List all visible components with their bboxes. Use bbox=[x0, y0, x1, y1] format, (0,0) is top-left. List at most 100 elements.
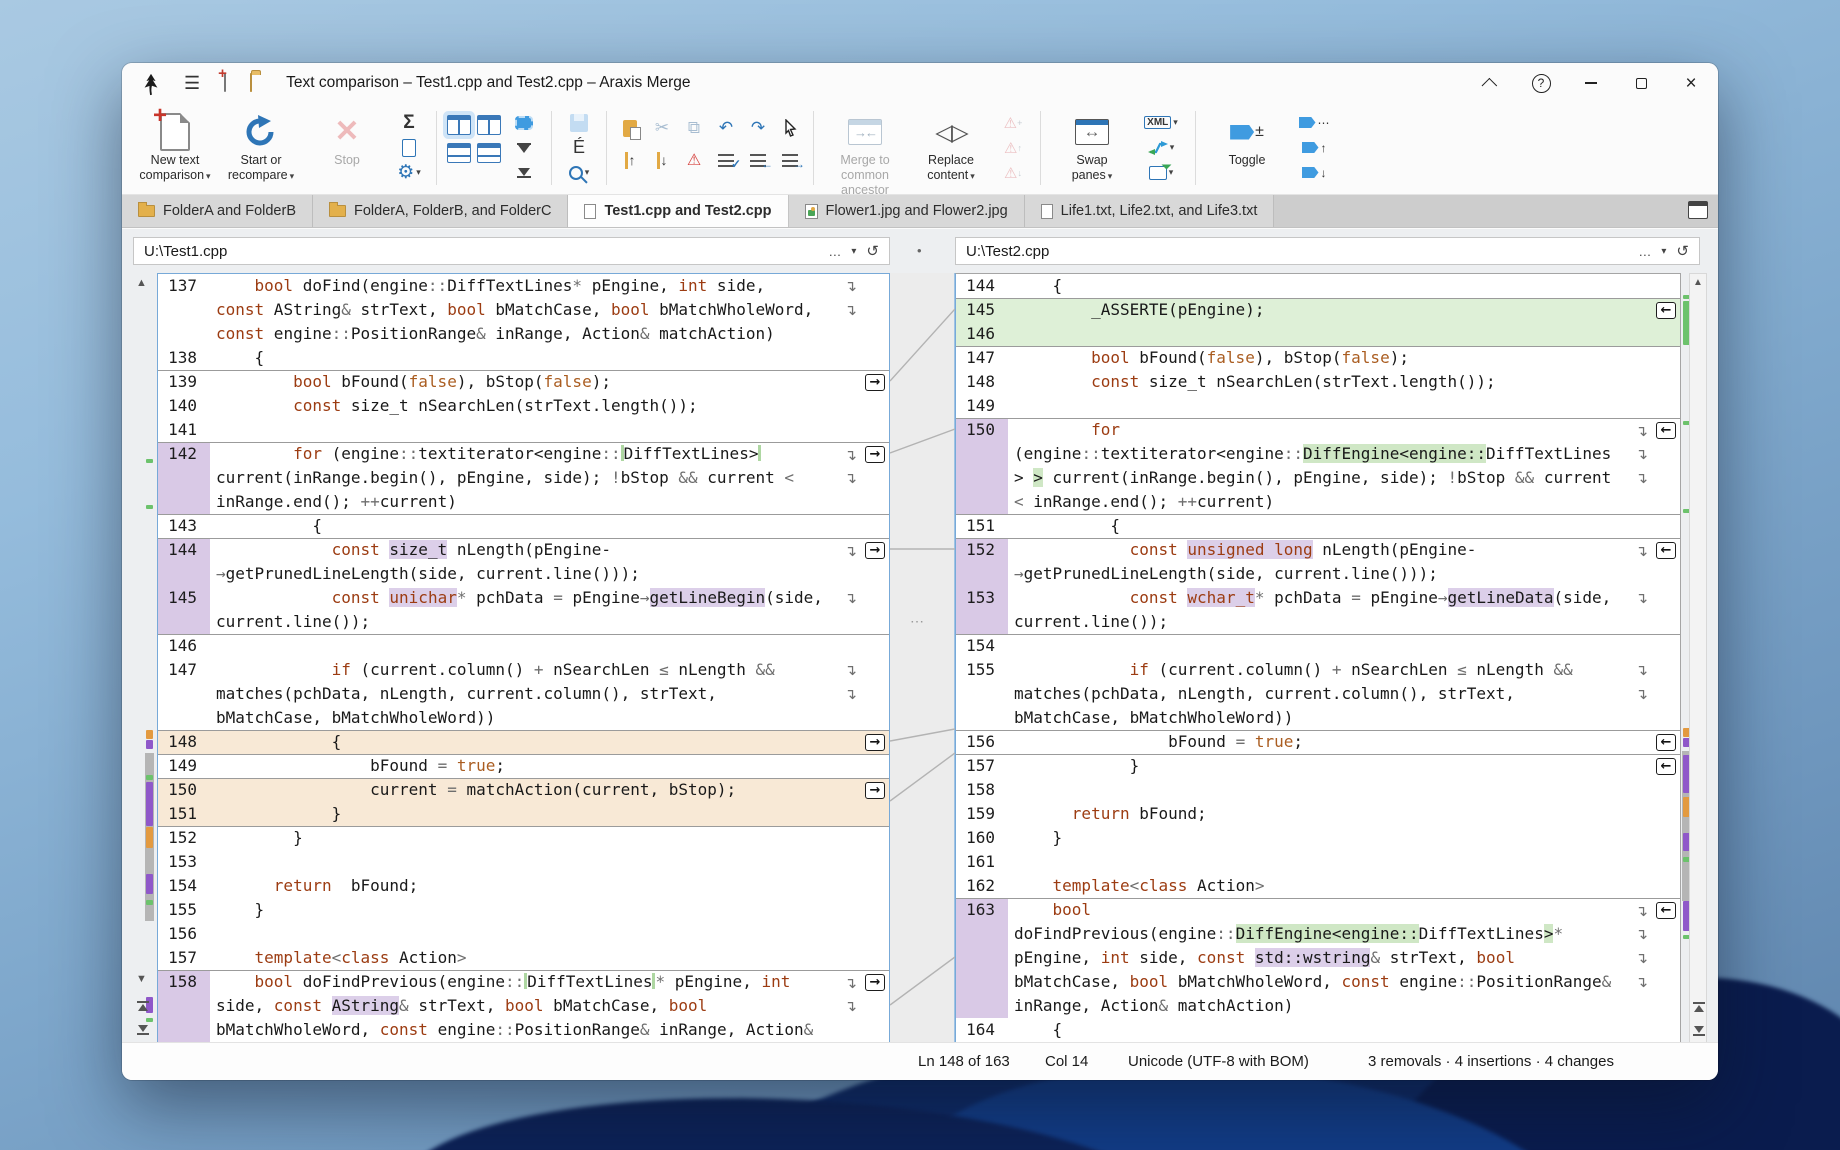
layout-three-horizontal-button[interactable] bbox=[477, 143, 501, 163]
code-text[interactable]: } bbox=[1008, 755, 1680, 778]
start-recompare-button[interactable]: Start orrecompare▾ bbox=[218, 109, 304, 184]
merge-right-button[interactable]: → bbox=[865, 542, 885, 559]
code-text[interactable]: { bbox=[1008, 1018, 1680, 1042]
scrollbar-up-icon[interactable]: ▲ bbox=[1693, 277, 1703, 288]
code-text[interactable]: { bbox=[210, 515, 889, 538]
toggle-bookmark-button[interactable]: ± Toggle bbox=[1204, 109, 1290, 168]
merge-right-button[interactable]: → bbox=[865, 734, 885, 751]
merge-right-button[interactable]: → bbox=[865, 974, 885, 991]
code-text[interactable]: template<class Action> bbox=[1008, 874, 1680, 898]
merge-left-button[interactable]: ← bbox=[1656, 302, 1676, 319]
collapse-ribbon-button[interactable] bbox=[1478, 70, 1504, 96]
code-text[interactable]: { bbox=[1008, 515, 1680, 538]
search-icon[interactable]: ▾ bbox=[569, 162, 590, 183]
code-text[interactable]: return bFound; bbox=[210, 874, 889, 898]
first-change-icon[interactable] bbox=[1692, 1002, 1705, 1012]
close-button[interactable]: × bbox=[1678, 70, 1704, 96]
redo-icon[interactable]: ↷ bbox=[743, 113, 773, 143]
left-code-pane[interactable]: 137 bool doFind(engine::DiffTextLines* p… bbox=[157, 273, 890, 1043]
undo-icon[interactable]: ↶ bbox=[711, 113, 741, 143]
code-text[interactable] bbox=[1008, 850, 1680, 874]
code-text[interactable]: _ASSERTE(pEngine); bbox=[1008, 299, 1680, 322]
merge-right-button[interactable]: → bbox=[865, 782, 885, 799]
left-header-history-icon[interactable]: ↺ bbox=[866, 242, 879, 260]
code-text[interactable]: template<class Action> bbox=[210, 946, 889, 970]
previous-bookmark-icon[interactable]: ↑ bbox=[1302, 137, 1327, 158]
merge-left-button[interactable]: ← bbox=[1656, 758, 1676, 775]
swap-panes-button[interactable]: ↔ Swappanes▾ bbox=[1049, 109, 1135, 184]
code-text[interactable]: const size_t nSearchLen(strText.length()… bbox=[210, 394, 889, 418]
sync-links-icon[interactable]: ▾ bbox=[1148, 137, 1175, 158]
code-text[interactable]: →getPrunedLineLength(side, current.line(… bbox=[1008, 562, 1680, 586]
unindent-lines-icon[interactable]: ← bbox=[743, 145, 773, 175]
change-marker[interactable] bbox=[146, 740, 153, 749]
code-text[interactable]: inRange, Action& matchAction) bbox=[1008, 994, 1680, 1018]
code-text[interactable]: { bbox=[1008, 274, 1680, 298]
previous-change-button[interactable]: ↑ bbox=[615, 145, 645, 175]
code-text[interactable]: bool doFind(engine::DiffTextLines* pEngi… bbox=[210, 274, 889, 298]
xml-view-button[interactable]: XML▾ bbox=[1144, 112, 1178, 133]
menu-icon[interactable]: ☰ bbox=[184, 73, 200, 94]
code-text[interactable]: →getPrunedLineLength(side, current.line(… bbox=[210, 562, 889, 586]
layout-two-vertical-button[interactable] bbox=[447, 115, 471, 135]
code-text[interactable] bbox=[210, 635, 889, 658]
add-conflict-icon[interactable]: ⚠+ bbox=[1004, 112, 1023, 133]
code-text[interactable]: current.line()); bbox=[210, 610, 889, 634]
code-text[interactable]: for (engine::textiterator<engine::DiffTe… bbox=[210, 443, 889, 466]
merge-left-button[interactable]: ← bbox=[1656, 902, 1676, 919]
new-text-comparison-button[interactable]: + New textcomparison▾ bbox=[132, 109, 218, 184]
right-code-pane[interactable]: 144 {145 _ASSERTE(pEngine);←146147 bool … bbox=[955, 273, 1681, 1043]
code-text[interactable]: } bbox=[210, 802, 889, 826]
stop-button[interactable]: ✕ Stop bbox=[304, 109, 390, 168]
code-text[interactable]: { bbox=[210, 346, 889, 370]
tab-flower1-jpg-and-flower2-jpg[interactable]: Flower1.jpg and Flower2.jpg bbox=[789, 195, 1025, 227]
code-text[interactable]: bMatchCase, bool bMatchWholeWord, const … bbox=[1008, 970, 1680, 994]
merge-right-button[interactable]: → bbox=[865, 446, 885, 463]
last-change-icon[interactable] bbox=[1692, 1026, 1705, 1036]
merge-left-button[interactable]: ← bbox=[1656, 422, 1676, 439]
code-text[interactable]: const unichar* pchData = pEngine→getLine… bbox=[210, 586, 889, 610]
code-text[interactable] bbox=[210, 418, 889, 442]
right-scrollbar[interactable]: ▲ bbox=[1689, 273, 1707, 1043]
indent-lines-icon[interactable]: → bbox=[775, 145, 805, 175]
tab-life1-txt-life2-txt-and-life3-txt[interactable]: Life1.txt, Life2.txt, and Life3.txt bbox=[1025, 195, 1275, 227]
change-marker[interactable] bbox=[146, 505, 153, 509]
merge-right-button[interactable]: → bbox=[865, 374, 885, 391]
report-icon[interactable] bbox=[402, 137, 416, 158]
code-text[interactable]: (engine::textiterator<engine::DiffEngine… bbox=[1008, 442, 1680, 466]
settings-icon[interactable]: ⚙▾ bbox=[397, 162, 421, 183]
paste-icon[interactable] bbox=[615, 113, 645, 143]
next-conflict-icon[interactable]: ⚠ bbox=[679, 145, 709, 175]
accept-changes-icon[interactable]: ✓ bbox=[711, 145, 741, 175]
save-icon[interactable] bbox=[570, 112, 588, 133]
code-text[interactable]: > > current(inRange.begin(), pEngine, si… bbox=[1008, 466, 1680, 490]
go-to-bottom-button[interactable] bbox=[517, 162, 532, 183]
pointer-icon[interactable] bbox=[775, 113, 805, 143]
code-text[interactable] bbox=[210, 922, 889, 946]
code-text[interactable]: bool bFound(false), bStop(false); bbox=[210, 371, 889, 394]
layout-two-horizontal-button[interactable] bbox=[447, 143, 471, 163]
change-marker[interactable] bbox=[146, 730, 153, 739]
change-marker[interactable] bbox=[146, 782, 153, 826]
tab-foldera-folderb-and-folderc[interactable]: FolderA, FolderB, and FolderC bbox=[313, 195, 568, 227]
code-text[interactable]: const engine::PositionRange& inRange, Ac… bbox=[210, 322, 889, 346]
layout-three-vertical-button[interactable] bbox=[477, 115, 501, 135]
code-text[interactable]: bMatchCase, bMatchWholeWord)) bbox=[210, 706, 889, 730]
change-marker[interactable] bbox=[146, 827, 153, 848]
left-header-menu-icon[interactable]: … bbox=[828, 244, 841, 259]
code-text[interactable]: pEngine, int side, const std::wstring& s… bbox=[1008, 946, 1680, 970]
right-file-path[interactable]: U:\Test2.cpp bbox=[966, 243, 1049, 260]
code-text[interactable]: if (current.column() + nSearchLen ≤ nLen… bbox=[210, 658, 889, 682]
right-header-history-icon[interactable]: ↺ bbox=[1676, 242, 1689, 260]
code-text[interactable] bbox=[1008, 394, 1680, 418]
code-text[interactable] bbox=[1008, 778, 1680, 802]
merge-left-button[interactable]: ← bbox=[1656, 542, 1676, 559]
code-text[interactable]: matches(pchData, nLength, current.column… bbox=[1008, 682, 1680, 706]
code-text[interactable]: bMatchWholeWord, const engine::PositionR… bbox=[210, 1018, 889, 1042]
code-text[interactable] bbox=[1008, 635, 1680, 658]
encoding-icon[interactable]: É bbox=[573, 137, 585, 158]
code-text[interactable]: } bbox=[210, 898, 889, 922]
change-marker[interactable] bbox=[146, 775, 153, 780]
merge-left-button[interactable]: ← bbox=[1656, 734, 1676, 751]
code-text[interactable]: const wchar_t* pchData = pEngine→getLine… bbox=[1008, 586, 1680, 610]
